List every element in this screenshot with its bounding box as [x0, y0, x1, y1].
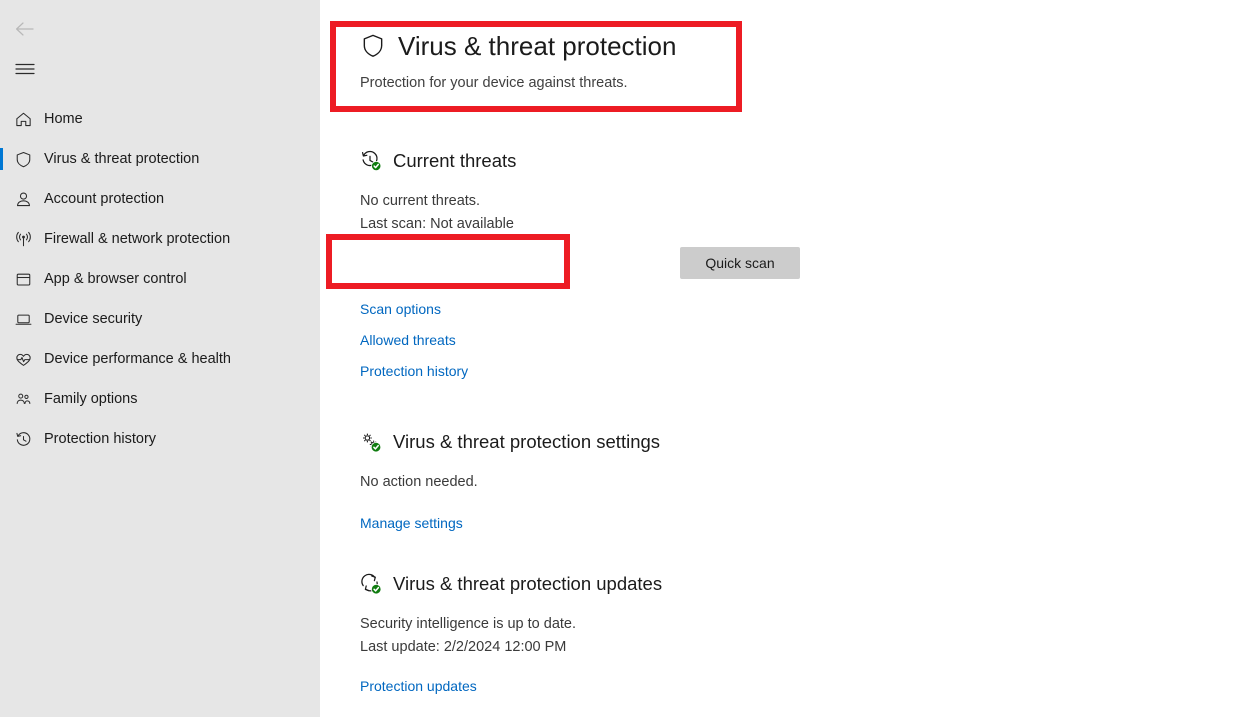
sidebar-item-account-protection[interactable]: Account protection: [0, 179, 320, 219]
sidebar-item-family-options[interactable]: Family options: [0, 379, 320, 419]
wifi-signal-icon: [12, 228, 34, 250]
clock-check-icon: [360, 150, 382, 172]
sidebar-item-label: Home: [44, 110, 83, 127]
back-arrow-icon[interactable]: [8, 14, 42, 44]
protection-updates-link[interactable]: Protection updates: [360, 678, 477, 694]
heart-pulse-icon: [12, 348, 34, 370]
gears-check-icon: [360, 431, 382, 453]
current-threats-status: No current threats.: [360, 193, 481, 209]
sidebar-item-label: Account protection: [44, 190, 165, 207]
page-title: Virus & threat protection: [398, 31, 677, 61]
sidebar-item-label: Device security: [44, 310, 143, 327]
current-threats-last-scan: Last scan: Not available: [360, 216, 514, 232]
sidebar-item-label: Device performance & health: [44, 350, 231, 367]
navigation-sidebar: Home Virus & threat protection Account p…: [0, 0, 320, 717]
allowed-threats-link[interactable]: Allowed threats: [360, 332, 456, 348]
sidebar-item-label: Virus & threat protection: [44, 150, 200, 167]
people-group-icon: [12, 388, 34, 410]
quick-scan-button[interactable]: Quick scan: [680, 247, 800, 279]
home-icon: [12, 108, 34, 130]
current-threats-section: Current threats No current threats. Last…: [360, 150, 1000, 236]
updates-status: Security intelligence is up to date.: [360, 616, 577, 632]
shield-icon: [12, 148, 34, 170]
shield-icon: [360, 32, 386, 60]
virus-threat-protection-settings-section: Virus & threat protection settings No ac…: [360, 431, 1000, 533]
updates-last-update: Last update: 2/2/2024 12:00 PM: [360, 639, 567, 655]
hamburger-menu-icon[interactable]: [8, 54, 42, 84]
settings-status: No action needed.: [360, 474, 478, 490]
main-content: Virus & threat protection Protection for…: [320, 0, 1255, 717]
virus-threat-protection-updates-section: Virus & threat protection updates Securi…: [360, 573, 1000, 696]
manage-settings-link[interactable]: Manage settings: [360, 515, 463, 531]
window-app-icon: [12, 268, 34, 290]
sidebar-item-label: App & browser control: [44, 270, 187, 287]
sidebar-item-label: Protection history: [44, 430, 157, 447]
section-title: Current threats: [393, 150, 517, 171]
sidebar-item-label: Family options: [44, 390, 138, 407]
section-title: Virus & threat protection settings: [393, 431, 661, 452]
person-icon: [12, 188, 34, 210]
page-header: Virus & threat protection Protection for…: [360, 32, 960, 91]
sidebar-item-label: Firewall & network protection: [44, 230, 231, 247]
sidebar-item-virus-threat-protection[interactable]: Virus & threat protection: [0, 139, 320, 179]
scan-options-link[interactable]: Scan options: [360, 301, 441, 317]
current-threats-links: Scan options Allowed threats Protection …: [360, 301, 1000, 394]
sidebar-item-app-browser-control[interactable]: App & browser control: [0, 259, 320, 299]
selection-indicator: [0, 148, 3, 170]
sidebar-item-protection-history[interactable]: Protection history: [0, 419, 320, 459]
sidebar-item-device-security[interactable]: Device security: [0, 299, 320, 339]
clock-history-icon: [12, 428, 34, 450]
page-subtitle: Protection for your device against threa…: [360, 74, 628, 91]
protection-history-link[interactable]: Protection history: [360, 363, 468, 379]
sidebar-item-firewall-network-protection[interactable]: Firewall & network protection: [0, 219, 320, 259]
sidebar-item-home[interactable]: Home: [0, 99, 320, 139]
laptop-icon: [12, 308, 34, 330]
refresh-check-icon: [360, 573, 382, 595]
section-title: Virus & threat protection updates: [393, 573, 663, 594]
sidebar-item-device-performance-health[interactable]: Device performance & health: [0, 339, 320, 379]
sidebar-nav-list: Home Virus & threat protection Account p…: [0, 99, 320, 459]
